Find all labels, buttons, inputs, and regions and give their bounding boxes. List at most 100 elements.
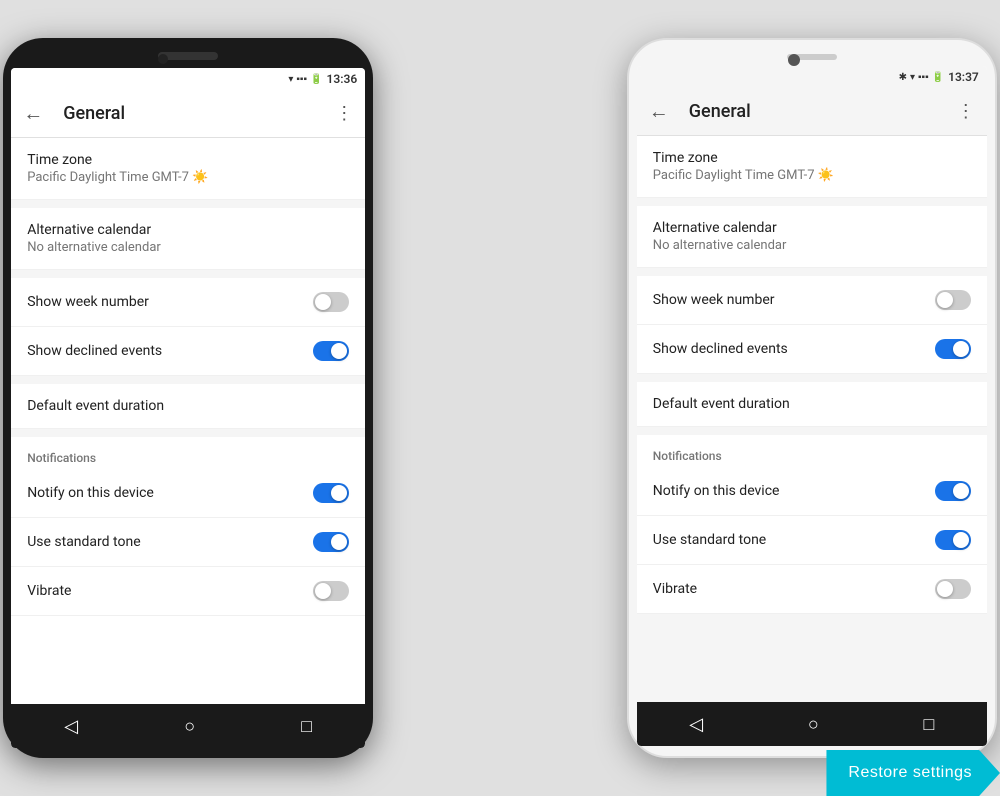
- status-bar-white: ✱ ▾ ▪▪▪ 🔋 13:37: [637, 66, 987, 88]
- alt-calendar-value-white: No alternative calendar: [653, 238, 971, 253]
- vibrate-toggle-black[interactable]: [313, 581, 349, 601]
- app-title-white: General: [689, 101, 957, 122]
- declined-events-knob-black: [331, 343, 347, 359]
- divider2-black: [11, 270, 365, 278]
- notify-device-row-white[interactable]: Notify on this device: [637, 467, 987, 516]
- status-icons-black: ▾ ▪▪▪ 🔋: [288, 74, 322, 85]
- vibrate-knob-black: [315, 583, 331, 599]
- vibrate-toggle-white[interactable]: [935, 579, 971, 599]
- event-duration-item-black[interactable]: Default event duration: [11, 384, 365, 429]
- vibrate-label-white: Vibrate: [653, 581, 697, 597]
- phone-black: ▾ ▪▪▪ 🔋 13:36 ← General ⋮ Time zone Paci…: [3, 38, 373, 758]
- battery-icon: 🔋: [310, 74, 322, 85]
- week-number-label-black: Show week number: [27, 294, 149, 310]
- event-duration-item-white[interactable]: Default event duration: [637, 382, 987, 427]
- vibrate-row-white[interactable]: Vibrate: [637, 565, 987, 614]
- vibrate-knob-white: [937, 581, 953, 597]
- alt-calendar-value-black: No alternative calendar: [27, 240, 349, 255]
- app-bar-black: ← General ⋮: [11, 90, 365, 138]
- standard-tone-row-black[interactable]: Use standard tone: [11, 518, 365, 567]
- back-nav-white[interactable]: ◁: [689, 714, 703, 735]
- standard-tone-knob-white: [953, 532, 969, 548]
- signal-icon-w: ▪▪▪: [918, 72, 929, 83]
- standard-tone-label-white: Use standard tone: [653, 532, 766, 548]
- restore-overlay: Restore settings: [826, 750, 1000, 796]
- divider4-white: [637, 427, 987, 435]
- divider3-white: [637, 374, 987, 382]
- status-bar-black: ▾ ▪▪▪ 🔋 13:36: [11, 68, 365, 90]
- camera-white: [788, 54, 800, 66]
- timezone-value-white: Pacific Daylight Time GMT-7 ☀️: [653, 168, 971, 183]
- app-bar-white: ← General ⋮: [637, 88, 987, 136]
- timezone-item-white[interactable]: Time zone Pacific Daylight Time GMT-7 ☀️: [637, 136, 987, 198]
- divider1-white: [637, 198, 987, 206]
- battery-icon-w: 🔋: [932, 72, 944, 83]
- week-number-row-black[interactable]: Show week number: [11, 278, 365, 327]
- home-nav-white[interactable]: ○: [808, 714, 819, 735]
- home-nav-black[interactable]: ○: [184, 716, 195, 737]
- back-button-black[interactable]: ←: [23, 101, 43, 126]
- notify-device-row-black[interactable]: Notify on this device: [11, 469, 365, 518]
- notifications-header-black: Notifications: [11, 437, 365, 469]
- week-number-row-white[interactable]: Show week number: [637, 276, 987, 325]
- vibrate-row-black[interactable]: Vibrate: [11, 567, 365, 616]
- restore-settings-button[interactable]: Restore settings: [826, 750, 1000, 796]
- event-duration-label-white: Default event duration: [653, 396, 971, 412]
- notify-device-label-black: Notify on this device: [27, 485, 154, 501]
- divider3-black: [11, 376, 365, 384]
- week-number-knob-black: [315, 294, 331, 310]
- declined-events-knob-white: [953, 341, 969, 357]
- notify-device-toggle-black[interactable]: [313, 483, 349, 503]
- divider4-black: [11, 429, 365, 437]
- declined-events-row-white[interactable]: Show declined events: [637, 325, 987, 374]
- timezone-item-black[interactable]: Time zone Pacific Daylight Time GMT-7 ☀️: [11, 138, 365, 200]
- alt-calendar-item-white[interactable]: Alternative calendar No alternative cale…: [637, 206, 987, 268]
- week-number-toggle-black[interactable]: [313, 292, 349, 312]
- more-button-white[interactable]: ⋮: [957, 101, 975, 122]
- back-nav-black[interactable]: ◁: [64, 716, 78, 737]
- alt-calendar-label-black: Alternative calendar: [27, 222, 349, 238]
- settings-content-black: Time zone Pacific Daylight Time GMT-7 ☀️…: [11, 138, 365, 704]
- bottom-nav-white: ◁ ○ □: [637, 702, 987, 746]
- declined-events-row-black[interactable]: Show declined events: [11, 327, 365, 376]
- event-duration-label-black: Default event duration: [27, 398, 349, 414]
- more-button-black[interactable]: ⋮: [335, 103, 353, 124]
- signal-icon: ▪▪▪: [296, 74, 307, 85]
- phone-white: ✱ ▾ ▪▪▪ 🔋 13:37 ← General ⋮ Time zone Pa…: [627, 38, 997, 758]
- notify-device-label-white: Notify on this device: [653, 483, 780, 499]
- wifi-icon-w: ▾: [910, 72, 915, 83]
- week-number-knob-white: [937, 292, 953, 308]
- alt-calendar-item-black[interactable]: Alternative calendar No alternative cale…: [11, 208, 365, 270]
- camera-black: [158, 54, 168, 64]
- status-icons-white: ✱ ▾ ▪▪▪ 🔋: [899, 72, 945, 83]
- notify-device-knob-black: [331, 485, 347, 501]
- wifi-icon: ▾: [288, 74, 293, 85]
- divider2-white: [637, 268, 987, 276]
- bluetooth-icon: ✱: [899, 72, 907, 83]
- status-time-black: 13:36: [326, 72, 357, 86]
- divider1-black: [11, 200, 365, 208]
- notify-device-toggle-white[interactable]: [935, 481, 971, 501]
- declined-events-label-black: Show declined events: [27, 343, 162, 359]
- timezone-value-black: Pacific Daylight Time GMT-7 ☀️: [27, 170, 349, 185]
- week-number-label-white: Show week number: [653, 292, 775, 308]
- declined-events-toggle-white[interactable]: [935, 339, 971, 359]
- standard-tone-knob-black: [331, 534, 347, 550]
- timezone-label-black: Time zone: [27, 152, 349, 168]
- declined-events-toggle-black[interactable]: [313, 341, 349, 361]
- vibrate-label-black: Vibrate: [27, 583, 71, 599]
- standard-tone-row-white[interactable]: Use standard tone: [637, 516, 987, 565]
- back-button-white[interactable]: ←: [649, 99, 669, 124]
- declined-events-label-white: Show declined events: [653, 341, 788, 357]
- notify-device-knob-white: [953, 483, 969, 499]
- screen-black: ▾ ▪▪▪ 🔋 13:36 ← General ⋮ Time zone Paci…: [11, 68, 365, 748]
- standard-tone-toggle-black[interactable]: [313, 532, 349, 552]
- standard-tone-toggle-white[interactable]: [935, 530, 971, 550]
- square-nav-white[interactable]: □: [924, 714, 935, 735]
- square-nav-black[interactable]: □: [301, 716, 312, 737]
- notifications-header-white: Notifications: [637, 435, 987, 467]
- week-number-toggle-white[interactable]: [935, 290, 971, 310]
- timezone-label-white: Time zone: [653, 150, 971, 166]
- settings-content-white: Time zone Pacific Daylight Time GMT-7 ☀️…: [637, 136, 987, 702]
- app-title-black: General: [63, 103, 335, 124]
